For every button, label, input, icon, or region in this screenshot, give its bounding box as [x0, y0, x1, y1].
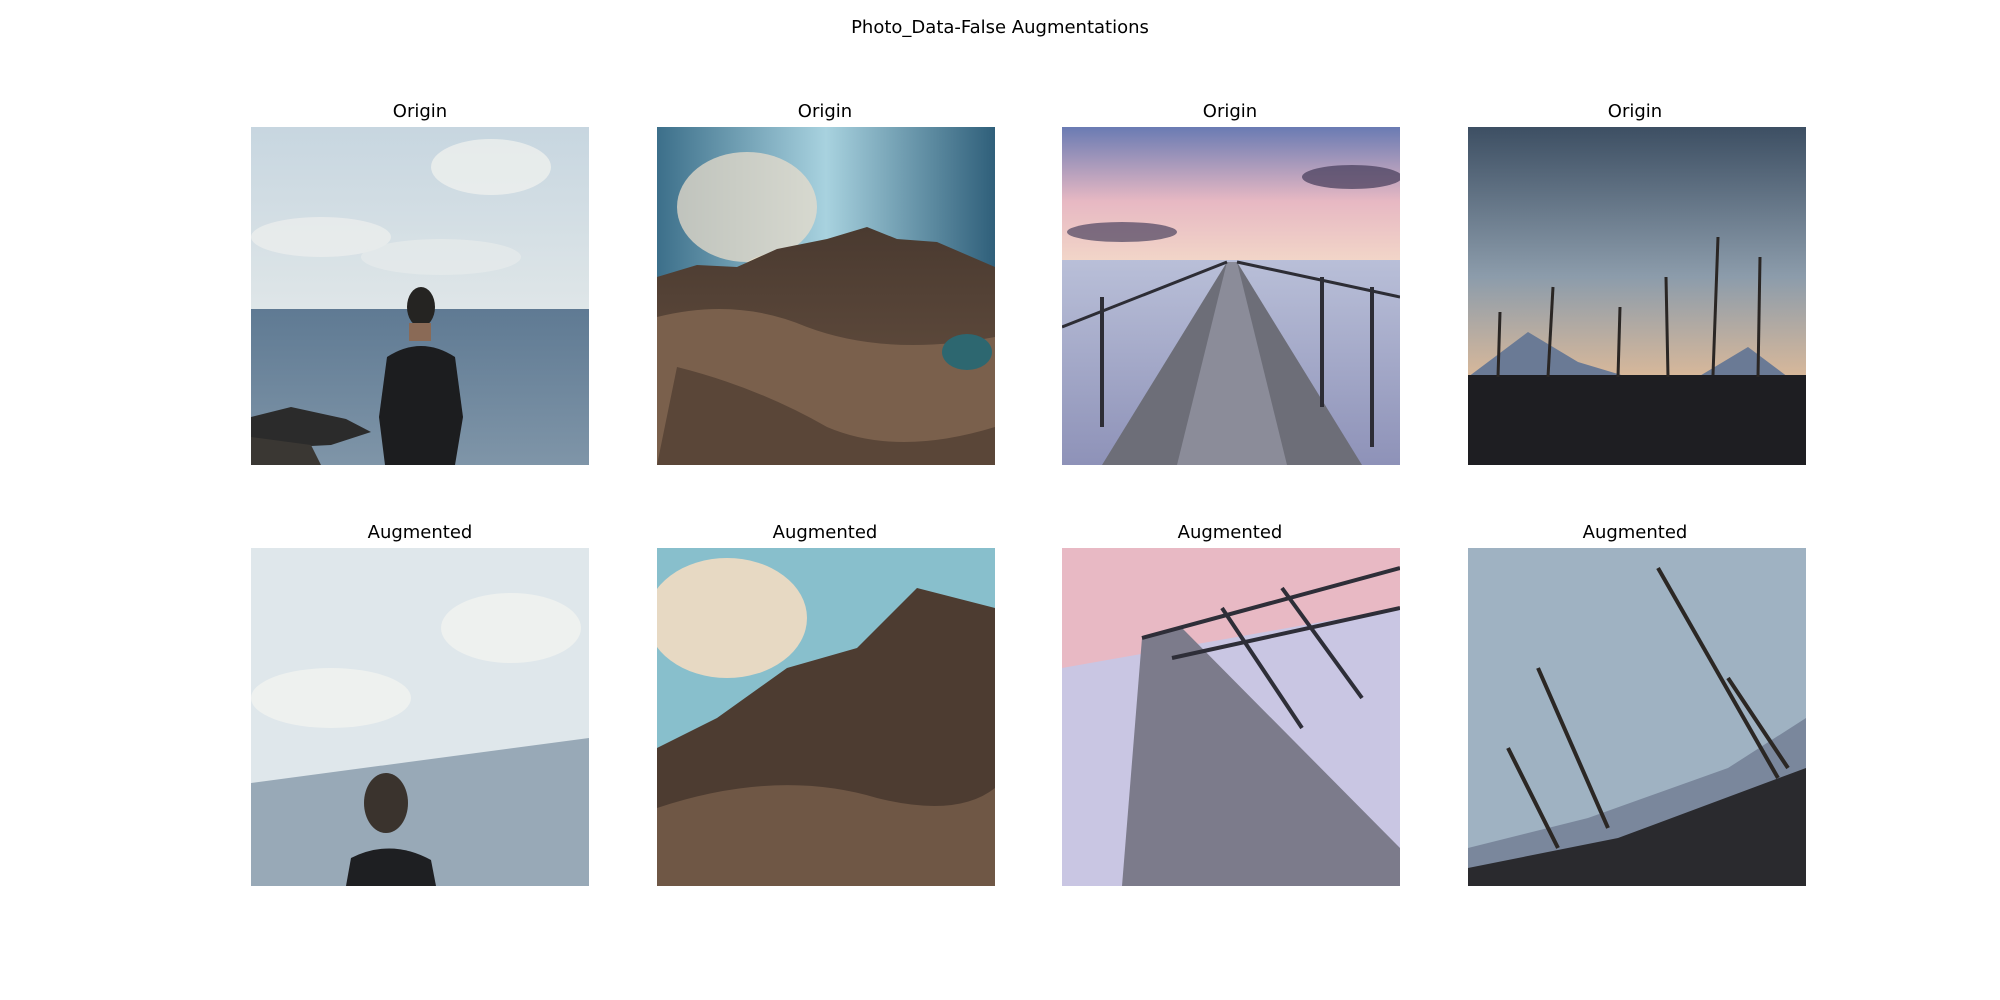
- panel-title-origin-4: Origin: [1607, 101, 1663, 122]
- panel-title-augmented-4: Augmented: [1582, 522, 1688, 543]
- panel-title-origin-1: Origin: [392, 101, 448, 122]
- origin-image-dead-trees: [1468, 127, 1806, 465]
- augmented-image-pier-sunset: [1062, 548, 1400, 886]
- panel-title-augmented-2: Augmented: [772, 522, 878, 543]
- augmented-image-desert-rocks: [657, 548, 995, 886]
- origin-image-man-sea: [251, 127, 589, 465]
- origin-image-pier-sunset: [1062, 127, 1400, 465]
- figure-title: Photo_Data-False Augmentations: [851, 17, 1149, 38]
- panel-title-augmented-3: Augmented: [1177, 522, 1283, 543]
- augmented-image-dead-trees: [1468, 548, 1806, 886]
- augmented-image-man-sea: [251, 548, 589, 886]
- panel-title-origin-2: Origin: [797, 101, 853, 122]
- panel-title-augmented-1: Augmented: [367, 522, 473, 543]
- origin-image-desert-rocks: [657, 127, 995, 465]
- panel-title-origin-3: Origin: [1202, 101, 1258, 122]
